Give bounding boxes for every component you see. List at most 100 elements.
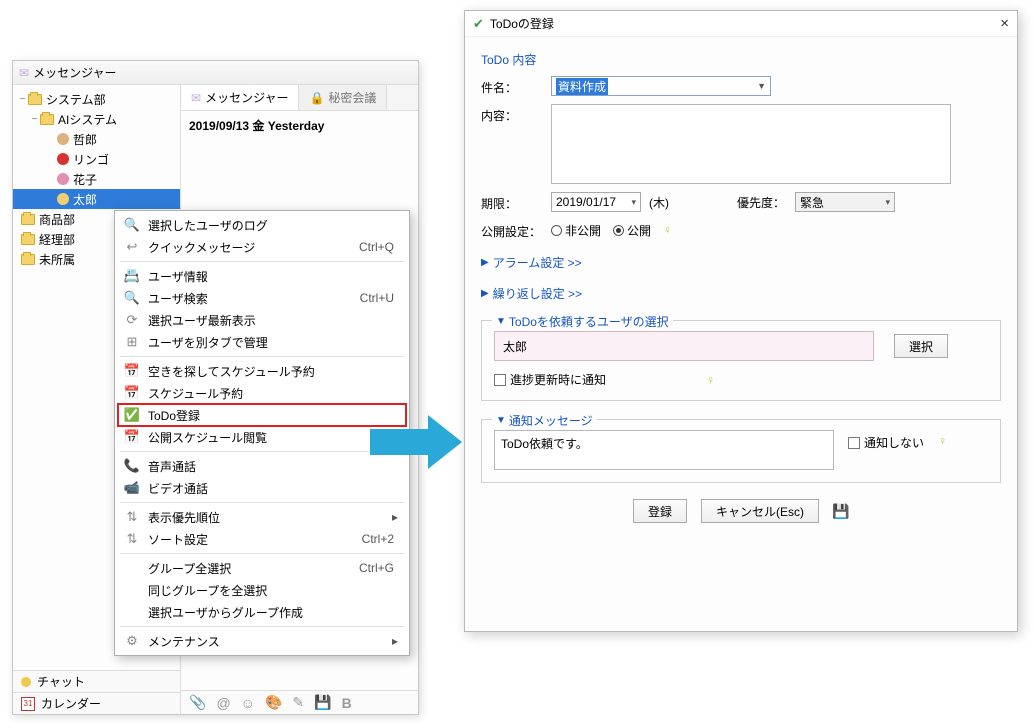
- bottom-tab-chat[interactable]: チャット: [13, 670, 180, 692]
- folder-icon: [21, 234, 35, 245]
- menu-item-label: グループ全選択: [142, 560, 359, 577]
- envelope-icon: ✉: [19, 66, 29, 80]
- assigned-user-box[interactable]: 太郎: [494, 331, 874, 361]
- bottom-tab-calendar[interactable]: 31カレンダー: [13, 692, 180, 714]
- notify-message-fieldset: ▼通知メッセージ ToDo依頼です。 通知しない ♀: [481, 419, 1001, 483]
- triangle-down-icon: ▼: [496, 316, 506, 327]
- menu-shortcut: Ctrl+Q: [359, 240, 402, 254]
- menu-item[interactable]: 📞音声通話: [118, 455, 406, 477]
- visibility-private-radio[interactable]: 非公開: [551, 222, 601, 239]
- date-header: 2019/09/13 金 Yesterday: [181, 111, 418, 140]
- user-avatar-icon: [57, 153, 69, 165]
- body-label: 内容：: [481, 104, 551, 124]
- menu-item[interactable]: ⇅ソート設定Ctrl+2: [118, 528, 406, 550]
- alarm-section-toggle[interactable]: ▶アラーム設定 >>: [481, 254, 1001, 271]
- menu-item[interactable]: ⇅表示優先順位▸: [118, 506, 406, 528]
- menu-item-label: 表示優先順位: [142, 509, 392, 526]
- lock-icon: 🔒: [309, 91, 324, 105]
- content-toolbar: 📎 @ ☺ 🎨 ✎ 💾 B: [181, 690, 418, 714]
- menu-item[interactable]: ⊞ユーザを別タブで管理: [118, 331, 406, 353]
- menu-item-label: 空きを探してスケジュール予約: [142, 363, 402, 380]
- menu-item[interactable]: 📅空きを探してスケジュール予約: [118, 360, 406, 382]
- register-button[interactable]: 登録: [633, 499, 687, 523]
- menu-item-label: スケジュール予約: [142, 385, 402, 402]
- close-icon[interactable]: ×: [1000, 15, 1009, 32]
- emoji-icon[interactable]: ☺: [241, 695, 255, 711]
- triangle-right-icon: ▶: [481, 288, 489, 299]
- menu-item[interactable]: 📇ユーザ情報: [118, 265, 406, 287]
- tab-messenger[interactable]: ✉メッセンジャー: [181, 85, 299, 110]
- repeat-section-toggle[interactable]: ▶繰り返し設定 >>: [481, 285, 1001, 302]
- bulb-icon: ♀: [938, 434, 947, 448]
- priority-label: 優先度：: [737, 194, 785, 211]
- chevron-down-icon: ▼: [757, 81, 766, 91]
- tree-user[interactable]: 哲郎: [13, 129, 180, 149]
- notify-progress-checkbox[interactable]: 進捗更新時に通知: [494, 371, 606, 388]
- menu-item-label: ユーザ検索: [142, 290, 360, 307]
- subject-combobox[interactable]: 資料作成 ▼: [551, 76, 771, 96]
- save-draft-icon[interactable]: 💾: [314, 694, 331, 711]
- menu-item[interactable]: 📹ビデオ通話: [118, 477, 406, 499]
- reply-icon: ↩: [122, 239, 142, 255]
- menu-separator: [120, 261, 404, 262]
- menu-item[interactable]: ⟳選択ユーザ最新表示: [118, 309, 406, 331]
- menu-item[interactable]: ⚙メンテナンス▸: [118, 630, 406, 652]
- save-icon[interactable]: 💾: [833, 503, 849, 519]
- tree-root[interactable]: −システム部: [13, 89, 180, 109]
- tree-user[interactable]: リンゴ: [13, 149, 180, 169]
- body-textarea[interactable]: [551, 104, 951, 184]
- todo-register-dialog: ✔ ToDoの登録 × ToDo 内容 件名： 資料作成 ▼ 内容： 期限： 2…: [464, 10, 1018, 632]
- bulb-icon: ♀: [663, 223, 672, 237]
- menu-item-label: 公開スケジュール閲覧: [142, 429, 402, 446]
- menu-item-label: ユーザ情報: [142, 268, 402, 285]
- tree-user[interactable]: 花子: [13, 169, 180, 189]
- bold-icon[interactable]: B: [342, 695, 352, 711]
- menu-item[interactable]: ↩クイックメッセージCtrl+Q: [118, 236, 406, 258]
- menu-item[interactable]: グループ全選択Ctrl+G: [118, 557, 406, 579]
- user-avatar-icon: [57, 193, 69, 205]
- sched-icon: 📅: [122, 429, 142, 445]
- menu-item[interactable]: 選択ユーザからグループ作成: [118, 601, 406, 623]
- folder-icon: [21, 254, 35, 265]
- priority-select[interactable]: 緊急▾: [795, 192, 895, 212]
- chevron-down-icon: ▾: [885, 197, 890, 208]
- palette-icon[interactable]: 🎨: [265, 694, 282, 711]
- edit-icon[interactable]: ✎: [292, 694, 304, 711]
- tree-group-ai[interactable]: −AIシステム: [13, 109, 180, 129]
- bulb-icon: ♀: [706, 373, 715, 387]
- select-user-button[interactable]: 選択: [894, 334, 948, 358]
- at-icon[interactable]: @: [216, 695, 230, 711]
- menu-item[interactable]: 同じグループを全選択: [118, 579, 406, 601]
- sort-icon: ⇅: [122, 531, 142, 547]
- menu-item[interactable]: ✅ToDo登録: [118, 404, 406, 426]
- no-notify-checkbox[interactable]: 通知しない: [848, 434, 924, 451]
- menu-item[interactable]: 🔍ユーザ検索Ctrl+U: [118, 287, 406, 309]
- chevron-right-icon: ▸: [392, 510, 402, 524]
- attach-icon[interactable]: 📎: [189, 694, 206, 711]
- envelope-icon: ✉: [191, 91, 201, 105]
- menu-item-label: 選択したユーザのログ: [142, 217, 402, 234]
- menu-item[interactable]: 🔍選択したユーザのログ: [118, 214, 406, 236]
- sort-icon: ⇅: [122, 509, 142, 525]
- menu-separator: [120, 451, 404, 452]
- menu-item-label: ToDo登録: [142, 407, 402, 424]
- menu-item-label: 選択ユーザ最新表示: [142, 312, 402, 329]
- search-icon: 🔍: [122, 290, 142, 306]
- menu-item-label: ソート設定: [142, 531, 362, 548]
- menu-shortcut: Ctrl+G: [359, 561, 402, 575]
- subject-value: 資料作成: [556, 78, 608, 95]
- deadline-input[interactable]: 2019/01/17▾: [551, 192, 641, 212]
- gear-icon: ⚙: [122, 633, 142, 649]
- check-icon: ✔: [473, 16, 484, 32]
- tab-secret[interactable]: 🔒秘密会議: [299, 85, 387, 110]
- check-icon: ✅: [122, 407, 142, 423]
- menu-item[interactable]: 📅スケジュール予約: [118, 382, 406, 404]
- cancel-button[interactable]: キャンセル(Esc): [701, 499, 819, 523]
- sched-icon: 📅: [122, 385, 142, 401]
- window-title: メッセンジャー: [33, 64, 116, 81]
- notify-message-textarea[interactable]: ToDo依頼です。: [494, 430, 834, 470]
- visibility-public-radio[interactable]: 公開: [613, 222, 651, 239]
- menu-item[interactable]: 📅公開スケジュール閲覧: [118, 426, 406, 448]
- search-icon: 🔍: [122, 217, 142, 233]
- tree-user-selected[interactable]: 太郎: [13, 189, 180, 209]
